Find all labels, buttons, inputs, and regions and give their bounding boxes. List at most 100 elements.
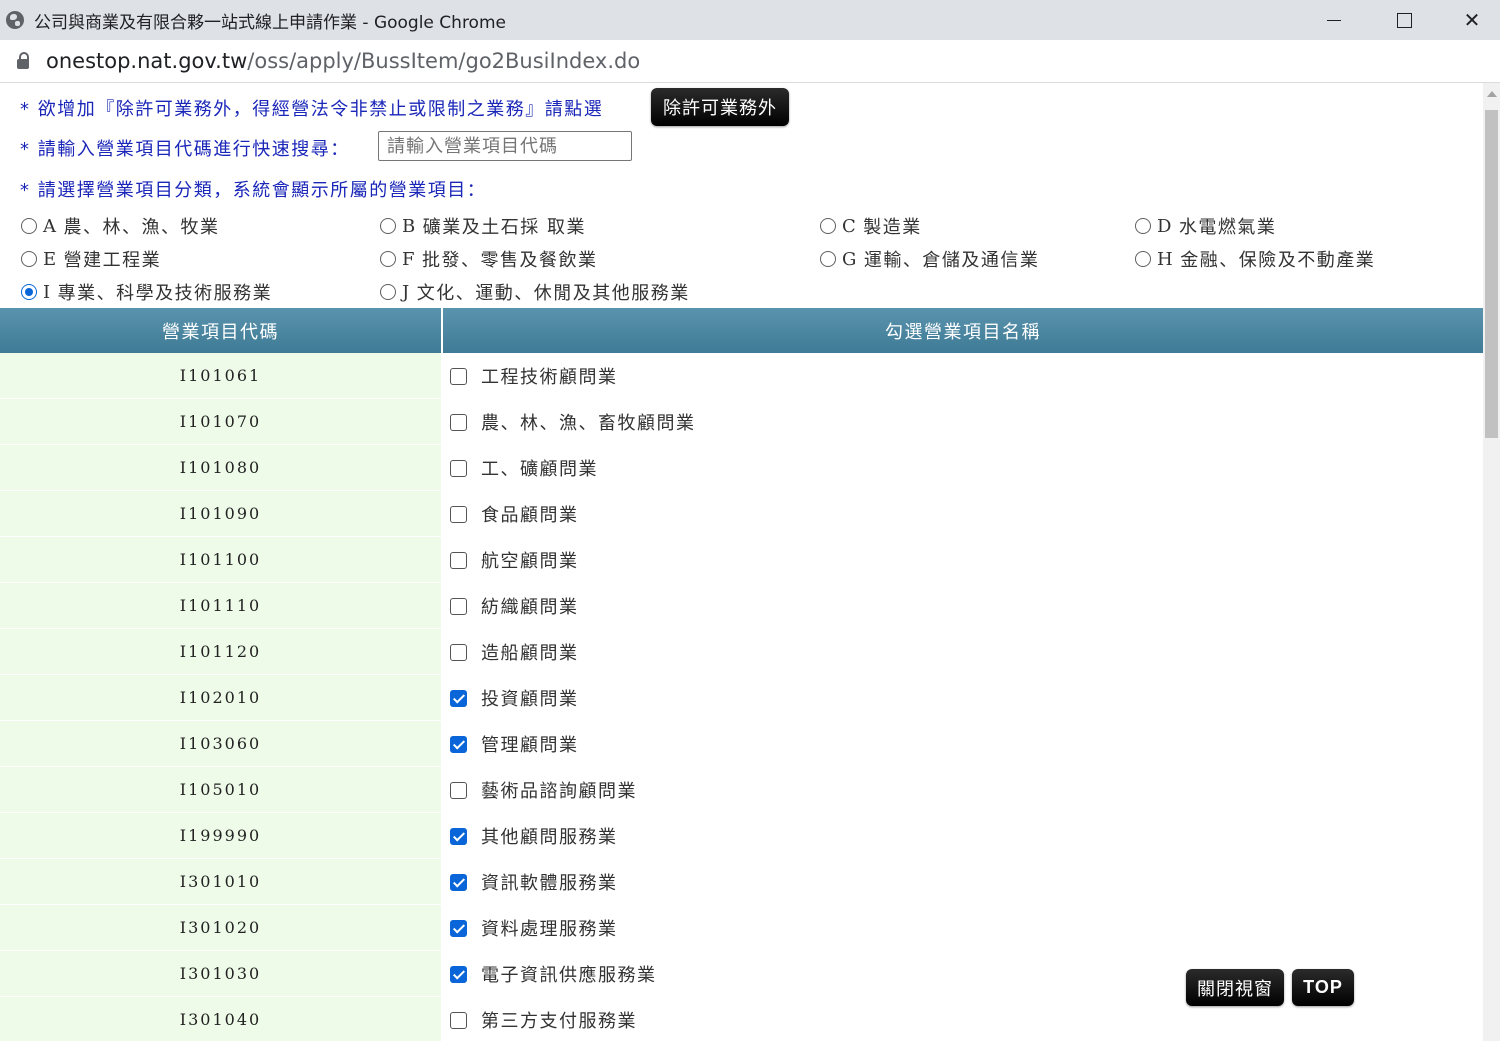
table-row: I101100 航空顧問業 (0, 537, 1483, 583)
radio-button[interactable] (380, 218, 396, 234)
business-code-search-input[interactable] (378, 131, 632, 161)
business-code: I103060 (0, 721, 443, 767)
item-checkbox[interactable] (450, 919, 467, 937)
item-checkbox[interactable] (450, 643, 467, 661)
category-radio-e[interactable]: E 營建工程業 (21, 246, 161, 272)
instruction-select-category: * 請選擇營業項目分類，系統會顯示所屬的營業項目： (20, 180, 487, 201)
business-code: I101100 (0, 537, 443, 583)
table-row: I101120 造船顧問業 (0, 629, 1483, 675)
scroll-up-arrow-icon[interactable] (1487, 91, 1497, 97)
close-icon: ✕ (1463, 8, 1481, 32)
radio-button[interactable] (1135, 218, 1151, 234)
table-row: I199990 其他顧問服務業 (0, 813, 1483, 859)
radio-button[interactable] (380, 284, 396, 300)
business-code: I301010 (0, 859, 443, 905)
business-item[interactable]: 造船顧問業 (443, 629, 1483, 675)
minimize-button[interactable] (1300, 0, 1368, 40)
business-code: I101110 (0, 583, 443, 629)
item-checkbox[interactable] (450, 689, 467, 707)
table-row: I301010 資訊軟體服務業 (0, 859, 1483, 905)
category-radio-a[interactable]: A 農、林、漁、牧業 (21, 213, 220, 239)
browser-title-bar: 公司與商業及有限合夥一站式線上申請作業 - Google Chrome (0, 0, 1500, 40)
window-title: 公司與商業及有限合夥一站式線上申請作業 - Google Chrome (34, 12, 506, 33)
radio-button[interactable] (820, 251, 836, 267)
radio-button[interactable] (21, 284, 37, 300)
item-checkbox[interactable] (450, 459, 467, 477)
table-row: I101110 紡織顧問業 (0, 583, 1483, 629)
close-window-page-button[interactable]: 關閉視窗 (1186, 969, 1284, 1006)
item-checkbox[interactable] (450, 1011, 467, 1029)
maximize-button[interactable] (1370, 0, 1438, 40)
page-content: * 欲增加『除許可業務外，得經營法令非禁止或限制之業務』請點選 除許可業務外 *… (0, 83, 1483, 1041)
business-code: I301030 (0, 951, 443, 997)
business-item-table: I101061 工程技術顧問業 I101070 農、林、漁、畜牧顧問業 I101… (0, 353, 1483, 1041)
business-item[interactable]: 其他顧問服務業 (443, 813, 1483, 859)
item-checkbox[interactable] (450, 367, 467, 385)
table-row: I102010 投資顧問業 (0, 675, 1483, 721)
item-checkbox[interactable] (450, 505, 467, 523)
radio-button[interactable] (21, 218, 37, 234)
business-code: I199990 (0, 813, 443, 859)
globe-icon (6, 11, 24, 29)
minimize-icon (1327, 19, 1341, 21)
vertical-scrollbar[interactable] (1483, 83, 1500, 1041)
table-row: I105010 藝術品諮詢顧問業 (0, 767, 1483, 813)
business-item[interactable]: 工程技術顧問業 (443, 353, 1483, 399)
lock-icon[interactable] (17, 52, 29, 69)
item-checkbox[interactable] (450, 873, 467, 891)
address-bar[interactable]: onestop.nat.gov.tw/oss/apply/BussItem/go… (0, 40, 1500, 83)
business-item[interactable]: 投資顧問業 (443, 675, 1483, 721)
table-row: I301020 資料處理服務業 (0, 905, 1483, 951)
item-checkbox[interactable] (450, 781, 467, 799)
scrollbar-thumb[interactable] (1485, 110, 1498, 438)
radio-button[interactable] (380, 251, 396, 267)
business-code: I101080 (0, 445, 443, 491)
table-row: I101070 農、林、漁、畜牧顧問業 (0, 399, 1483, 445)
business-item[interactable]: 紡織顧問業 (443, 583, 1483, 629)
item-checkbox[interactable] (450, 827, 467, 845)
table-row: I101080 工、礦顧問業 (0, 445, 1483, 491)
business-item[interactable]: 農、林、漁、畜牧顧問業 (443, 399, 1483, 445)
extra-business-button[interactable]: 除許可業務外 (651, 88, 789, 126)
business-item[interactable]: 管理顧問業 (443, 721, 1483, 767)
category-radio-g[interactable]: G 運輸、倉儲及通信業 (820, 246, 1039, 272)
item-checkbox[interactable] (450, 597, 467, 615)
radio-button[interactable] (21, 251, 37, 267)
business-item[interactable]: 食品顧問業 (443, 491, 1483, 537)
business-code: I105010 (0, 767, 443, 813)
column-header-name: 勾選營業項目名稱 (443, 308, 1483, 353)
business-code: I301020 (0, 905, 443, 951)
table-row: I103060 管理顧問業 (0, 721, 1483, 767)
instruction-quick-search: * 請輸入營業項目代碼進行快速搜尋： (20, 139, 350, 160)
instruction-extra-business: * 欲增加『除許可業務外，得經營法令非禁止或限制之業務』請點選 (20, 99, 604, 120)
back-to-top-button[interactable]: TOP (1292, 969, 1354, 1006)
close-window-button[interactable]: ✕ (1438, 0, 1500, 40)
url-path: /oss/apply/BussItem/go2BusiIndex.do (247, 49, 641, 73)
radio-button[interactable] (820, 218, 836, 234)
item-checkbox[interactable] (450, 551, 467, 569)
business-code: I101061 (0, 353, 443, 399)
business-code: I101120 (0, 629, 443, 675)
url-host: onestop.nat.gov.tw (46, 49, 248, 73)
item-checkbox[interactable] (450, 965, 467, 983)
business-item[interactable]: 資料處理服務業 (443, 905, 1483, 951)
radio-button[interactable] (1135, 251, 1151, 267)
category-radio-j[interactable]: J 文化、運動、休閒及其他服務業 (380, 279, 690, 305)
business-code: I301040 (0, 997, 443, 1041)
category-radio-b[interactable]: B 礦業及土石採 取業 (380, 213, 586, 239)
maximize-icon (1396, 12, 1412, 28)
business-item[interactable]: 工、礦顧問業 (443, 445, 1483, 491)
item-checkbox[interactable] (450, 735, 467, 753)
category-radio-f[interactable]: F 批發、零售及餐飲業 (380, 246, 598, 272)
category-radio-i[interactable]: I 專業、科學及技術服務業 (21, 279, 272, 305)
business-code: I101090 (0, 491, 443, 537)
category-radio-d[interactable]: D 水電燃氣業 (1135, 213, 1276, 239)
category-radio-h[interactable]: H 金融、保險及不動產業 (1135, 246, 1375, 272)
business-item[interactable]: 航空顧問業 (443, 537, 1483, 583)
table-header: 營業項目代碼 勾選營業項目名稱 (0, 308, 1483, 353)
table-row: I101061 工程技術顧問業 (0, 353, 1483, 399)
business-item[interactable]: 藝術品諮詢顧問業 (443, 767, 1483, 813)
category-radio-c[interactable]: C 製造業 (820, 213, 922, 239)
item-checkbox[interactable] (450, 413, 467, 431)
business-item[interactable]: 資訊軟體服務業 (443, 859, 1483, 905)
